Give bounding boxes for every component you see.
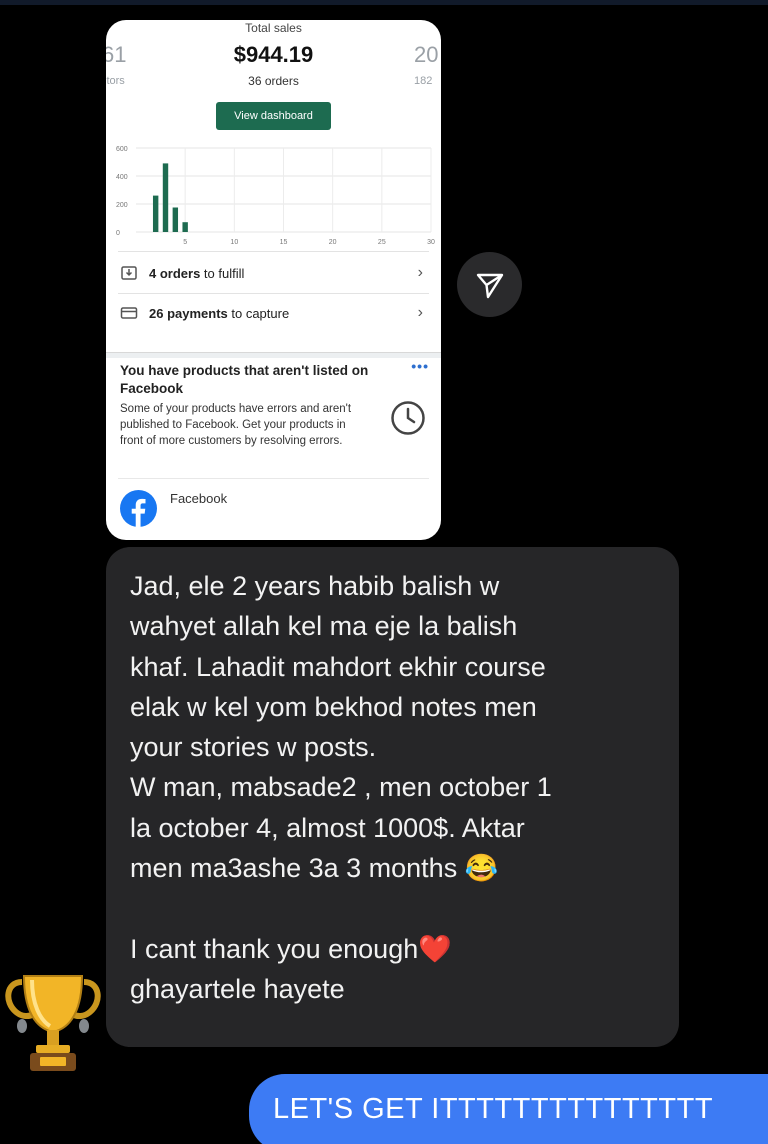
facebook-logo-icon — [120, 490, 157, 527]
send-icon — [476, 273, 503, 298]
orders-to-fulfill-row[interactable]: 4 orders to fulfill › — [106, 253, 441, 293]
x-tick-label: 30 — [427, 239, 435, 246]
clock-icon — [391, 401, 425, 435]
trophy-icon — [5, 975, 101, 1071]
x-tick-label: 10 — [230, 239, 238, 246]
y-tick-label: 400 — [116, 174, 128, 181]
x-tick-label: 5 — [183, 239, 187, 246]
chevron-right-icon: › — [417, 264, 423, 281]
y-tick-label: 200 — [116, 202, 128, 209]
chevron-right-icon: › — [417, 304, 423, 321]
right-stat-value: 20 — [414, 42, 439, 67]
facebook-card-body: Some of your products have errors and ar… — [120, 403, 352, 447]
section-separator — [106, 352, 441, 358]
x-tick-label: 25 — [378, 239, 386, 246]
x-tick-label: 20 — [329, 239, 337, 246]
divider — [118, 478, 429, 479]
sales-chart: 0 200 400 600 5 10 15 20 25 30 — [116, 146, 435, 246]
facebook-channel-label: Facebook — [170, 491, 228, 506]
reply-text: LET'S GET ITTTTTTTTTTTTTTT — [273, 1093, 714, 1125]
total-sales-value: $944.19 — [233, 42, 314, 67]
fulfill-icon — [121, 266, 137, 280]
x-tick-label: 15 — [280, 239, 288, 246]
facebook-card-title: You have products that aren't listed on … — [120, 363, 369, 396]
capture-text: 26 payments to capture — [149, 305, 290, 321]
total-sales-label: Total sales — [245, 21, 302, 35]
chart-bar — [152, 195, 159, 232]
payment-icon — [120, 307, 138, 319]
chart-bar — [172, 207, 179, 232]
chart-bar — [182, 222, 188, 232]
fulfill-text: 4 orders to fulfill — [149, 265, 245, 281]
top-bar — [0, 0, 768, 5]
y-tick-label: 0 — [116, 230, 120, 237]
divider — [118, 251, 429, 252]
shared-screenshot[interactable]: 61 itors Total sales $944.19 36 orders 2… — [106, 20, 441, 540]
payments-to-capture-row[interactable]: 26 payments to capture › — [106, 293, 441, 333]
chart-bar — [162, 163, 169, 232]
right-stat-sub: 182 — [414, 75, 433, 87]
more-dots-icon[interactable]: ••• — [411, 358, 429, 374]
y-tick-label: 600 — [116, 146, 128, 153]
orders-count: 36 orders — [248, 74, 299, 88]
view-dashboard-button[interactable]: View dashboard — [216, 102, 331, 130]
message-text: Jad, ele 2 years habib balish w wahyet a… — [130, 571, 552, 1004]
share-button[interactable] — [457, 252, 522, 317]
